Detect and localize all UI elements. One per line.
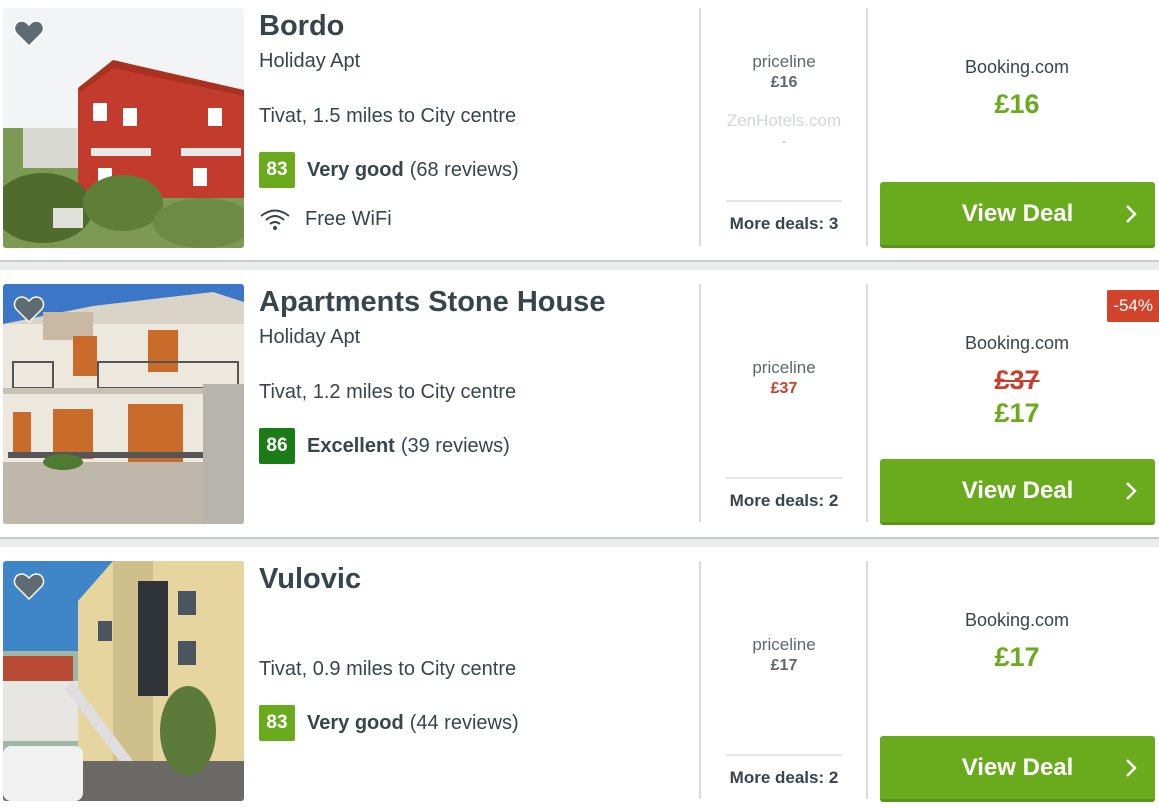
review-count: (68 reviews) (409, 158, 519, 181)
more-deals-link[interactable]: More deals: 2 (726, 754, 842, 788)
hotel-name[interactable]: Vulovic (259, 563, 361, 596)
listing-card[interactable]: Apartments Stone House Holiday Apt Tivat… (0, 276, 1159, 538)
other-deals: priceline £37 More deals: 2 (702, 276, 866, 538)
provider-price[interactable]: £16 (702, 74, 866, 92)
divider (699, 8, 701, 246)
provider-name[interactable]: priceline (702, 358, 866, 378)
rating-label: Excellent (307, 434, 395, 457)
view-deal-button[interactable]: View Deal (880, 182, 1155, 248)
hotel-location: Tivat, 1.5 miles to City centre (259, 105, 517, 127)
chevron-right-icon (1126, 205, 1137, 223)
hotel-photo[interactable] (3, 561, 244, 801)
original-price: £37 (994, 365, 1040, 395)
amenity-wifi: Free WiFi (259, 204, 392, 234)
provider-name[interactable]: priceline (702, 635, 866, 655)
best-provider: Booking.com (964, 610, 1070, 630)
rating-score: 83 (259, 705, 295, 741)
other-deals: priceline £17 More deals: 2 (702, 553, 866, 808)
divider (699, 561, 701, 799)
rating-label: Very good (307, 158, 404, 181)
deal-price[interactable]: £17 (868, 398, 1159, 429)
view-deal-label: View Deal (961, 199, 1074, 227)
listing-card[interactable]: Bordo Holiday Apt Tivat, 1.5 miles to Ci… (0, 0, 1159, 262)
view-deal-button[interactable]: View Deal (880, 736, 1155, 802)
review-count: (44 reviews) (409, 711, 519, 734)
listing-card[interactable]: Vulovic Tivat, 0.9 miles to City centre … (0, 553, 1159, 808)
provider-price[interactable]: £17 (702, 657, 866, 675)
best-deal: Booking.com £17 View Deal (868, 553, 1159, 808)
discount-badge: -54% (1107, 290, 1159, 322)
hotel-photo[interactable] (3, 8, 244, 248)
deal-price[interactable]: £17 (868, 642, 1159, 673)
best-provider: Booking.com (964, 333, 1070, 353)
best-provider: Booking.com (964, 57, 1070, 77)
review-count: (39 reviews) (400, 434, 510, 457)
chevron-right-icon (1126, 759, 1137, 777)
divider (699, 284, 701, 522)
more-deals-link[interactable]: More deals: 3 (726, 200, 842, 234)
hotel-name[interactable]: Bordo (259, 10, 344, 43)
rating-label: Very good (307, 711, 404, 734)
best-deal: Booking.com £16 View Deal (868, 0, 1159, 262)
deal-price[interactable]: £16 (868, 89, 1159, 120)
accommodation-type: Holiday Apt (259, 326, 361, 348)
view-deal-label: View Deal (961, 476, 1074, 504)
best-deal: -54% Booking.com £37 £17 View Deal (868, 276, 1159, 538)
hotel-photo[interactable] (3, 284, 244, 524)
heart-icon[interactable] (13, 571, 45, 601)
listing-separator (0, 260, 1159, 270)
heart-icon[interactable] (13, 294, 45, 324)
provider-price: - (781, 133, 787, 150)
rating-row[interactable]: 83 Very good (44 reviews) (259, 705, 519, 741)
rating-score: 83 (259, 152, 295, 188)
hotel-location: Tivat, 1.2 miles to City centre (259, 381, 517, 403)
accommodation-type: Holiday Apt (259, 50, 361, 72)
wifi-icon (260, 209, 290, 230)
hotel-location: Tivat, 0.9 miles to City centre (259, 658, 517, 680)
rating-row[interactable]: 86 Excellent (39 reviews) (259, 428, 510, 464)
hotel-name[interactable]: Apartments Stone House (259, 286, 605, 319)
heart-icon[interactable] (13, 18, 45, 48)
rating-row[interactable]: 83 Very good (68 reviews) (259, 152, 519, 188)
listing-separator (0, 537, 1159, 547)
view-deal-label: View Deal (961, 753, 1074, 781)
view-deal-button[interactable]: View Deal (880, 459, 1155, 525)
rating-score: 86 (259, 428, 295, 464)
amenity-label: Free WiFi (305, 207, 392, 230)
chevron-right-icon (1126, 482, 1137, 500)
provider-price[interactable]: £37 (702, 380, 866, 398)
other-deals: priceline £16 ZenHotels.com - More deals… (702, 0, 866, 262)
provider-name[interactable]: priceline (702, 52, 866, 72)
more-deals-link[interactable]: More deals: 2 (726, 477, 842, 511)
provider-name[interactable]: ZenHotels.com (702, 111, 866, 131)
